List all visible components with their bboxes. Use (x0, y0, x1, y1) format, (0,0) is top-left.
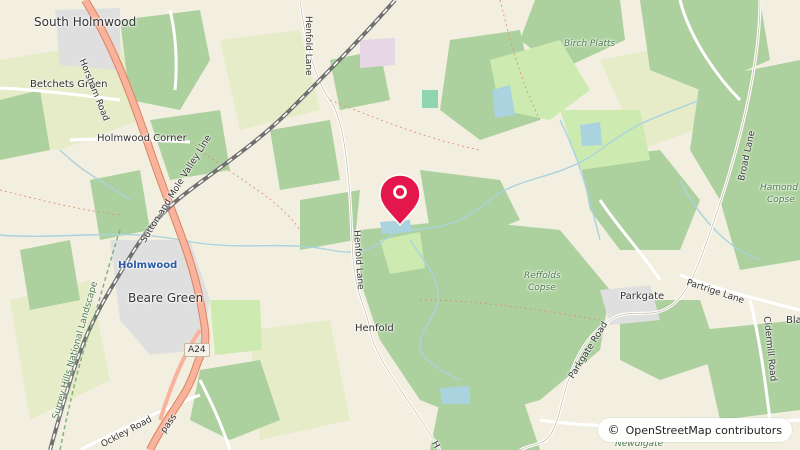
location-marker[interactable] (378, 173, 422, 227)
wood-label-reffolds-1: Reffolds (524, 271, 561, 281)
place-label-henfold: Henfold (355, 323, 394, 334)
copyright-symbol: © (607, 423, 620, 437)
place-label-bla: Bla (786, 315, 800, 326)
place-label-beare-green: Beare Green (128, 291, 204, 305)
wood-label-hamond-1: Hamond (760, 183, 798, 193)
wood-label-birch-platts: Birch Platts (564, 39, 616, 49)
map-attribution[interactable]: © OpenStreetMap contributors (597, 418, 792, 442)
road-shield-a24: A24 (184, 343, 210, 357)
place-label-parkgate: Parkgate (620, 291, 665, 302)
place-label-south-holmwood: South Holmwood (34, 15, 137, 29)
attribution-link[interactable]: OpenStreetMap contributors (626, 424, 782, 437)
place-label-holmwood-station: Holmwood (118, 260, 178, 271)
place-label-holmwood-corner: Holmwood Corner (97, 133, 187, 144)
wood-label-reffolds-2: Copse (528, 283, 556, 293)
map-pin-icon (379, 174, 421, 227)
road-label-henfold-lane-north: Henfold Lane (303, 16, 313, 76)
wood-label-hamond-2: Copse (767, 195, 795, 205)
map-canvas[interactable]: South Holmwood Betchets Green Holmwood C… (0, 0, 800, 450)
